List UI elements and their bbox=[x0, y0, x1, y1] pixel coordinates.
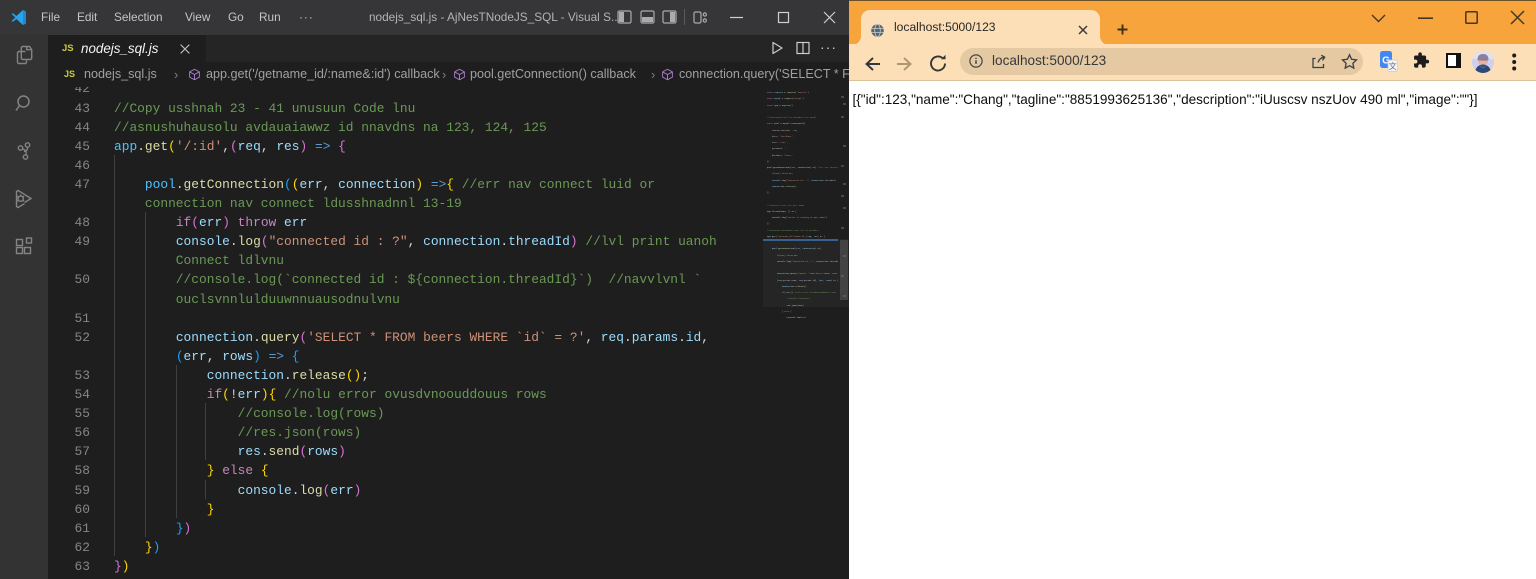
svg-text:文: 文 bbox=[1389, 61, 1397, 71]
